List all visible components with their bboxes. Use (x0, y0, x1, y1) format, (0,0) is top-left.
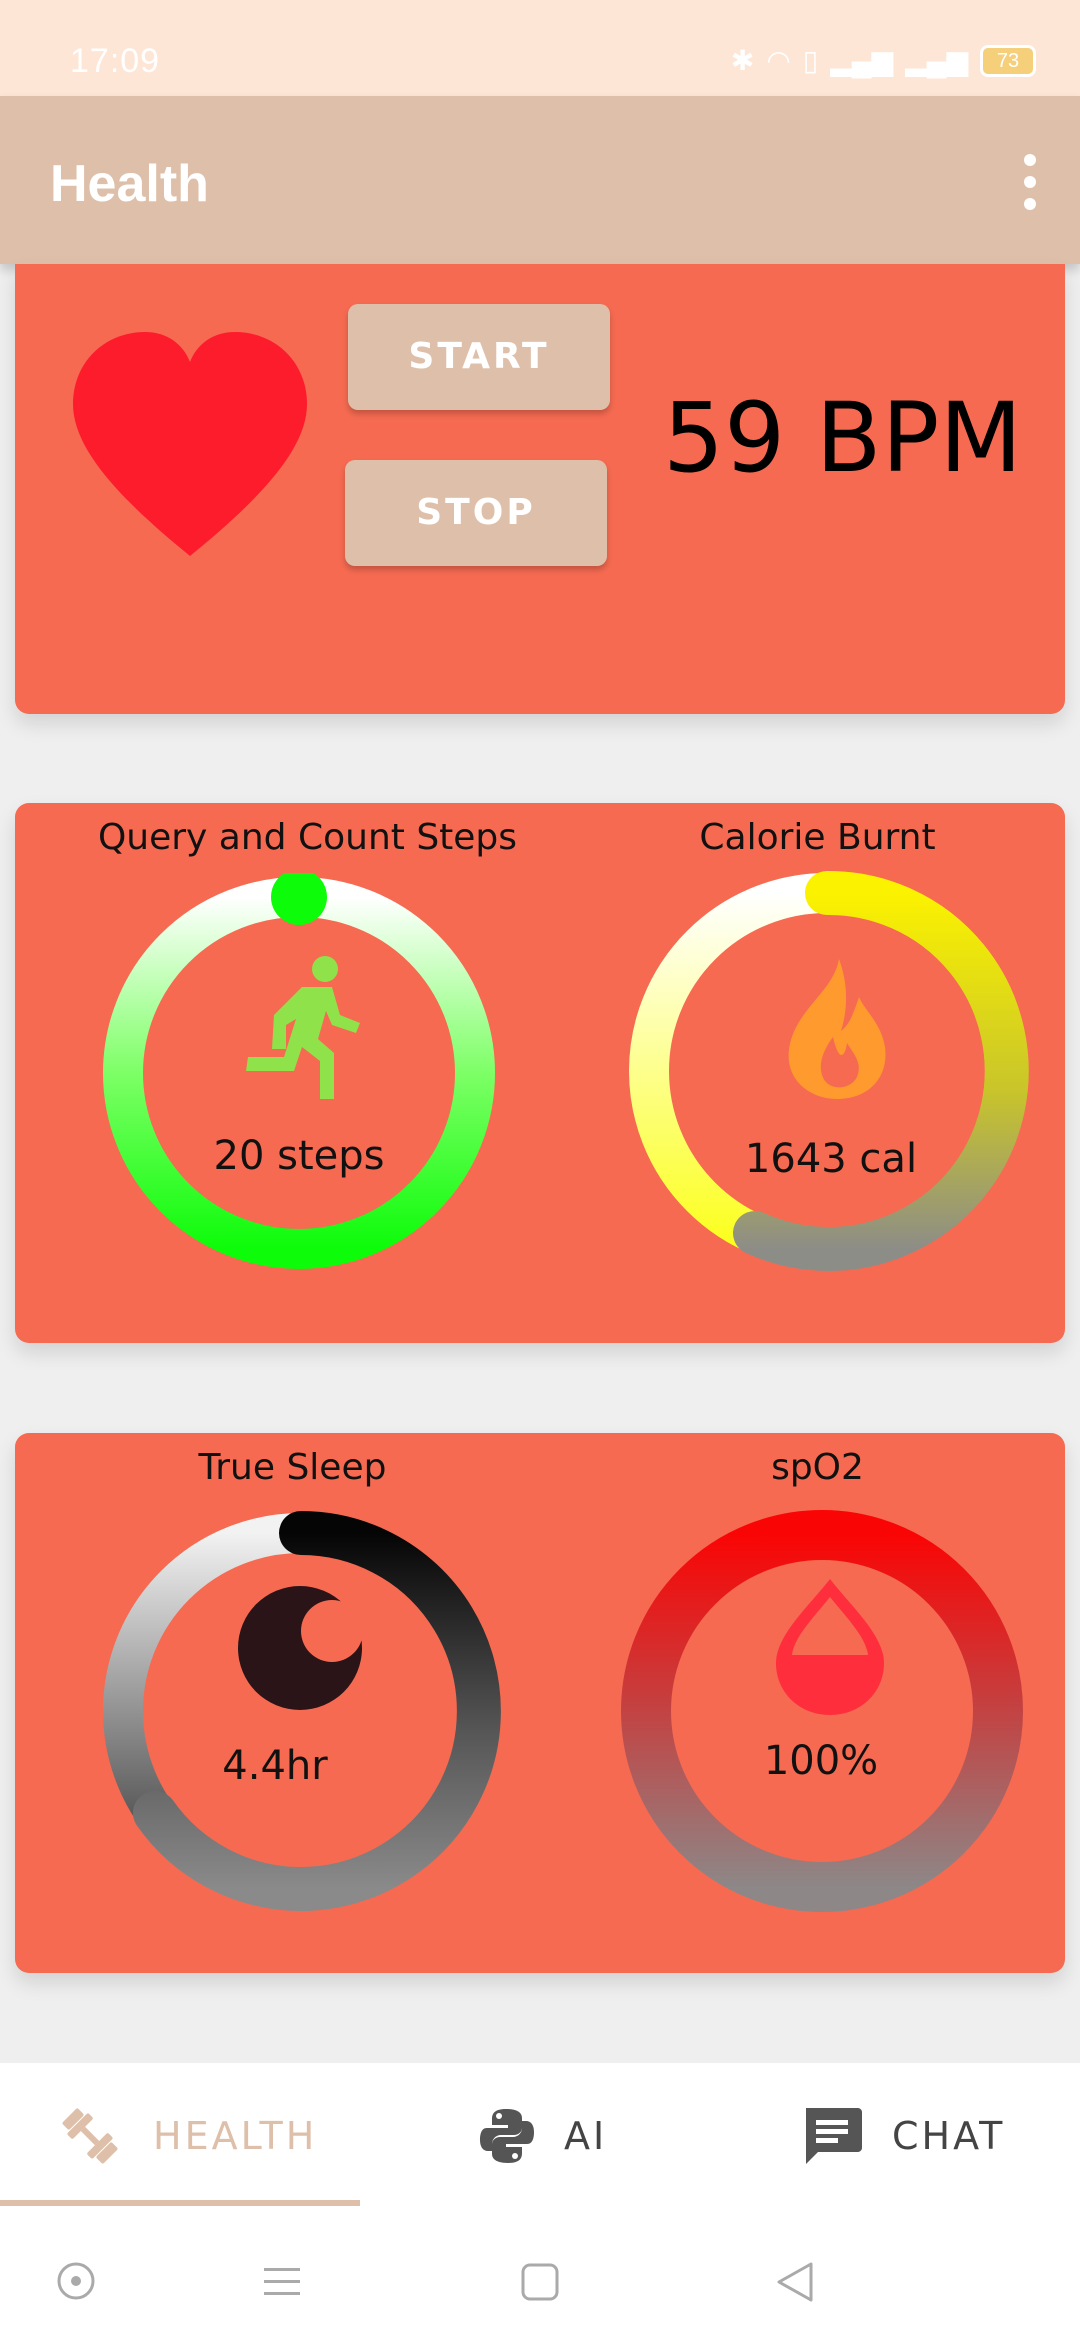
vibrate-icon: ▯ (802, 45, 819, 76)
assistant-nav-icon[interactable] (55, 2260, 97, 2302)
steps-value: 20 steps (213, 1133, 385, 1179)
drop-icon (776, 1579, 884, 1715)
stop-button[interactable]: STOP (345, 460, 607, 566)
menu-nav-icon[interactable] (262, 2264, 302, 2300)
flame-icon (788, 959, 886, 1099)
bottom-navigation: HEALTH AI CHAT (0, 2063, 1080, 2208)
spo2-value: 100% (763, 1738, 879, 1784)
system-navigation-bar (0, 2208, 1080, 2340)
bpm-value: 59 BPM (663, 382, 1023, 494)
signal-icon: ▂▄▆ (830, 45, 894, 76)
sleep-value: 4.4hr (222, 1743, 328, 1789)
sleep-label: True Sleep (198, 1447, 387, 1488)
tab-chat[interactable]: CHAT (800, 2063, 1005, 2208)
start-button[interactable]: START (348, 304, 610, 410)
wellness-card: True Sleep spO2 4.4hr 100% (15, 1433, 1065, 1973)
calories-value: 1643 cal (744, 1136, 918, 1182)
more-options-icon[interactable] (1020, 154, 1040, 210)
signal-icon-2: ▂▄▆ (905, 45, 968, 76)
dumbbell-icon (62, 2108, 118, 2163)
steps-label: Query and Count Steps (97, 817, 518, 858)
headset-icon: ◠ (766, 45, 791, 76)
tab-chat-label: CHAT (892, 2113, 1006, 2158)
status-icons: ✱ ◠ ▯ ▂▄▆ ▂▄▆ 73 (731, 44, 1036, 77)
chat-icon (806, 2107, 862, 2164)
tab-health[interactable]: HEALTH (55, 2063, 317, 2208)
tab-indicator (0, 2200, 360, 2206)
heart-icon (73, 332, 307, 556)
bluetooth-icon: ✱ (730, 45, 755, 76)
home-nav-icon[interactable] (520, 2262, 560, 2302)
python-icon (480, 2108, 534, 2163)
battery-icon: 73 (980, 44, 1036, 77)
tab-health-label: HEALTH (153, 2113, 318, 2158)
tab-ai-label: AI (564, 2113, 608, 2158)
runner-icon (246, 956, 360, 1099)
status-time: 17:09 (70, 42, 161, 80)
app-bar: Health (0, 96, 1080, 264)
back-nav-icon[interactable] (775, 2260, 815, 2304)
heart-rate-card: START STOP 59 BPM (15, 264, 1065, 714)
status-bar: 17:09 ✱ ◠ ▯ ▂▄▆ ▂▄▆ 73 (0, 0, 1080, 96)
calories-label: Calorie Burnt (699, 817, 936, 858)
activity-card: Query and Count Steps Calorie Burnt 20 s… (15, 803, 1065, 1343)
page-title: Health (50, 155, 209, 213)
tab-ai[interactable]: AI (478, 2063, 607, 2208)
moon-icon (238, 1586, 363, 1710)
spo2-label: spO2 (771, 1447, 864, 1488)
